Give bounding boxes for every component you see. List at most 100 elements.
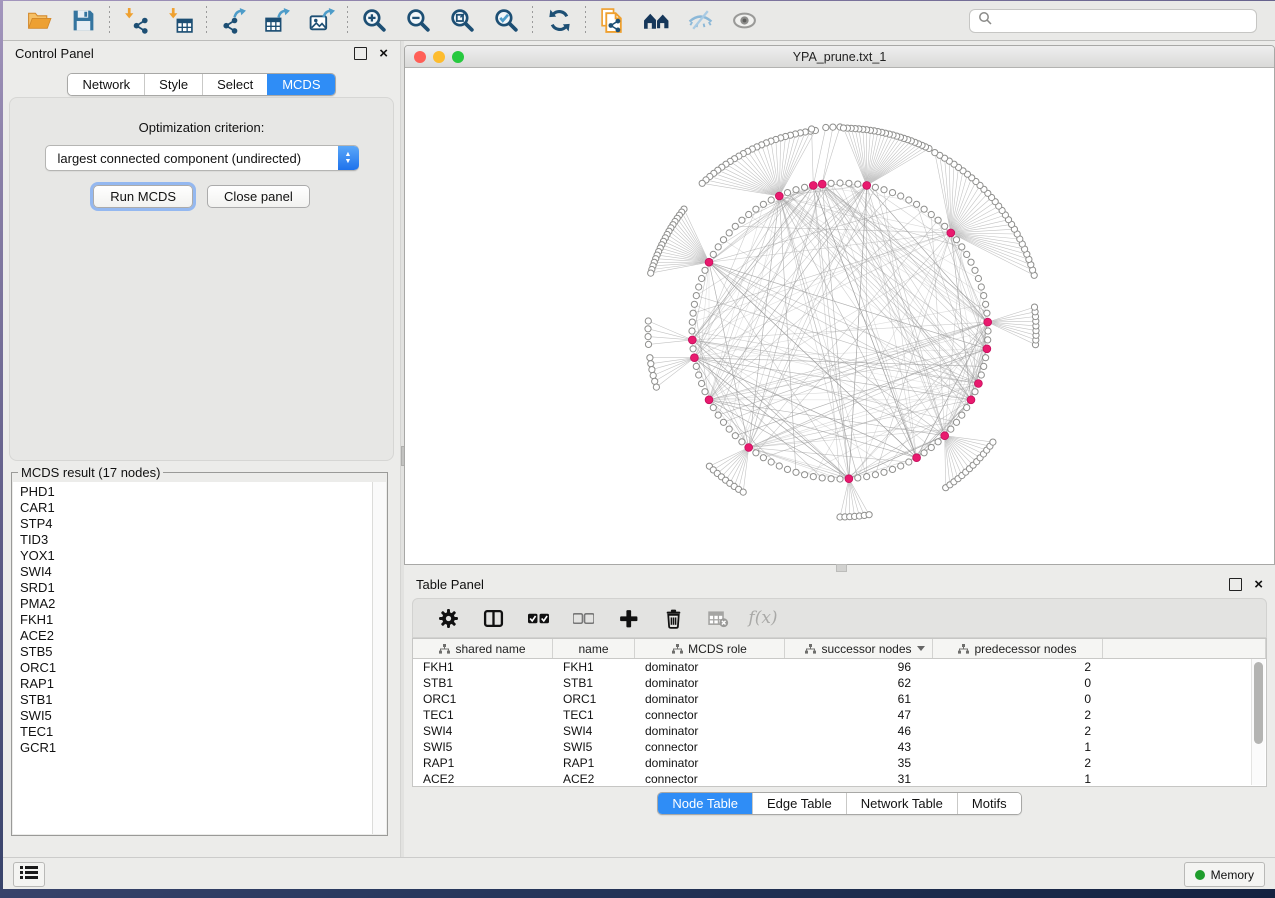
network-canvas[interactable]: [405, 68, 1274, 564]
table-cell: RAP1: [413, 755, 553, 771]
search-icon: [978, 11, 992, 30]
export-table-button[interactable]: [263, 7, 291, 35]
mcds-result-item[interactable]: PHD1: [20, 484, 372, 500]
mcds-list-scrollbar[interactable]: [373, 482, 386, 834]
select-all-checkboxes-button[interactable]: [527, 607, 549, 629]
table-settings-gear-button[interactable]: [437, 607, 459, 629]
graphics-details-toggle-button[interactable]: [686, 7, 714, 35]
table-cell: FKH1: [413, 659, 553, 675]
refresh-network-button[interactable]: [545, 7, 573, 35]
mcds-result-item[interactable]: SWI4: [20, 564, 372, 580]
float-table-panel-icon[interactable]: [1229, 578, 1242, 591]
table-cell: [1103, 723, 1266, 739]
memory-button[interactable]: Memory: [1184, 862, 1265, 887]
mcds-result-item[interactable]: YOX1: [20, 548, 372, 564]
export-image-button[interactable]: [307, 7, 335, 35]
tab-select[interactable]: Select: [202, 74, 267, 95]
close-table-panel-icon[interactable]: ×: [1254, 579, 1263, 590]
horizontal-splitter-handle[interactable]: [836, 564, 847, 572]
mcds-result-item[interactable]: RAP1: [20, 676, 372, 692]
show-columns-button[interactable]: [482, 607, 504, 629]
run-mcds-button[interactable]: Run MCDS: [93, 185, 193, 208]
table-row[interactable]: ORC1ORC1dominator610: [413, 691, 1266, 707]
table-row[interactable]: SWI5SWI5connector431: [413, 739, 1266, 755]
table-scrollbar-thumb[interactable]: [1254, 662, 1263, 744]
mcds-result-item[interactable]: FKH1: [20, 612, 372, 628]
table-cell: RAP1: [553, 755, 635, 771]
network-file-share-button[interactable]: [598, 7, 626, 35]
double-home-button[interactable]: [642, 7, 670, 35]
table-toolbar: f(x): [412, 598, 1267, 638]
task-history-button[interactable]: [13, 862, 45, 887]
mcds-result-item[interactable]: STP4: [20, 516, 372, 532]
tab-mcds[interactable]: MCDS: [267, 74, 334, 95]
mcds-result-item[interactable]: SRD1: [20, 580, 372, 596]
mcds-result-item[interactable]: TID3: [20, 532, 372, 548]
table-row[interactable]: FKH1FKH1dominator962: [413, 659, 1266, 675]
tab-motifs[interactable]: Motifs: [957, 793, 1021, 814]
column-header-predecessor-nodes[interactable]: predecessor nodes: [933, 639, 1103, 658]
table-cell: [1103, 739, 1266, 755]
mcds-result-item[interactable]: STB1: [20, 692, 372, 708]
mcds-result-item[interactable]: STB5: [20, 644, 372, 660]
tab-node-table[interactable]: Node Table: [658, 793, 752, 814]
delete-table-button: [707, 607, 729, 629]
mcds-result-item[interactable]: SWI5: [20, 708, 372, 724]
close-panel-button[interactable]: Close panel: [207, 185, 310, 208]
table-scrollbar[interactable]: [1251, 659, 1265, 785]
table-cell: 2: [933, 707, 1103, 723]
close-panel-icon[interactable]: ×: [379, 48, 388, 59]
table-cell: STB1: [553, 675, 635, 691]
column-header-name[interactable]: name: [553, 639, 635, 658]
mcds-result-item[interactable]: GCR1: [20, 740, 372, 756]
float-panel-icon[interactable]: [354, 47, 367, 60]
selected-criterion: largest connected component (undirected): [46, 151, 338, 166]
import-table-from-file-button[interactable]: [166, 7, 194, 35]
table-row[interactable]: STB1STB1dominator620: [413, 675, 1266, 691]
search-field[interactable]: [969, 9, 1257, 33]
table-row[interactable]: SWI4SWI4dominator462: [413, 723, 1266, 739]
table-cell: [1103, 659, 1266, 675]
deselect-all-checkboxes-button[interactable]: [572, 607, 594, 629]
mcds-result-item[interactable]: PMA2: [20, 596, 372, 612]
delete-columns-button[interactable]: [662, 607, 684, 629]
add-column-button[interactable]: [617, 607, 639, 629]
column-header-MCDS-role[interactable]: MCDS role: [635, 639, 785, 658]
mcds-result-item[interactable]: TEC1: [20, 724, 372, 740]
mcds-result-item[interactable]: ACE2: [20, 628, 372, 644]
zoom-selected-button[interactable]: [492, 7, 520, 35]
mcds-result-list[interactable]: PHD1CAR1STP4TID3YOX1SWI4SRD1PMA2FKH1ACE2…: [13, 482, 373, 834]
table-row[interactable]: ACE2ACE2connector311: [413, 771, 1266, 787]
control-panel: Control Panel × NetworkStyleSelectMCDS O…: [3, 41, 400, 858]
table-cell: SWI5: [413, 739, 553, 755]
column-header-shared-name[interactable]: shared name: [413, 639, 553, 658]
zoom-in-button[interactable]: [360, 7, 388, 35]
tab-edge-table[interactable]: Edge Table: [752, 793, 846, 814]
horizontal-splitter[interactable]: [404, 563, 1275, 572]
mcds-result-item[interactable]: CAR1: [20, 500, 372, 516]
tab-network[interactable]: Network: [68, 74, 144, 95]
table-row[interactable]: RAP1RAP1dominator352: [413, 755, 1266, 771]
tab-style[interactable]: Style: [144, 74, 202, 95]
add-column-icon: [618, 608, 639, 629]
tab-network-table[interactable]: Network Table: [846, 793, 957, 814]
optimization-criterion-select[interactable]: largest connected component (undirected)…: [45, 145, 359, 171]
mcds-result-item[interactable]: ORC1: [20, 660, 372, 676]
zoom-fit-button[interactable]: [448, 7, 476, 35]
table-cell: 31: [785, 771, 933, 787]
import-network-from-file-button[interactable]: [122, 7, 150, 35]
export-network-button[interactable]: [219, 7, 247, 35]
birds-eye-view-button[interactable]: [730, 7, 758, 35]
table-panel-header: Table Panel ×: [404, 572, 1275, 596]
save-session-button[interactable]: [69, 7, 97, 35]
table-tabbar: Node TableEdge TableNetwork TableMotifs: [404, 788, 1275, 818]
zoom-out-button[interactable]: [404, 7, 432, 35]
table-row[interactable]: TEC1TEC1connector472: [413, 707, 1266, 723]
search-input[interactable]: [998, 13, 1248, 29]
table-cell: 2: [933, 723, 1103, 739]
column-label: shared name: [455, 642, 525, 656]
table-settings-gear-icon: [438, 608, 459, 629]
open-file-button[interactable]: [25, 7, 53, 35]
column-header-successor-nodes[interactable]: successor nodes: [785, 639, 933, 658]
import-table-from-file-icon: [167, 7, 194, 34]
